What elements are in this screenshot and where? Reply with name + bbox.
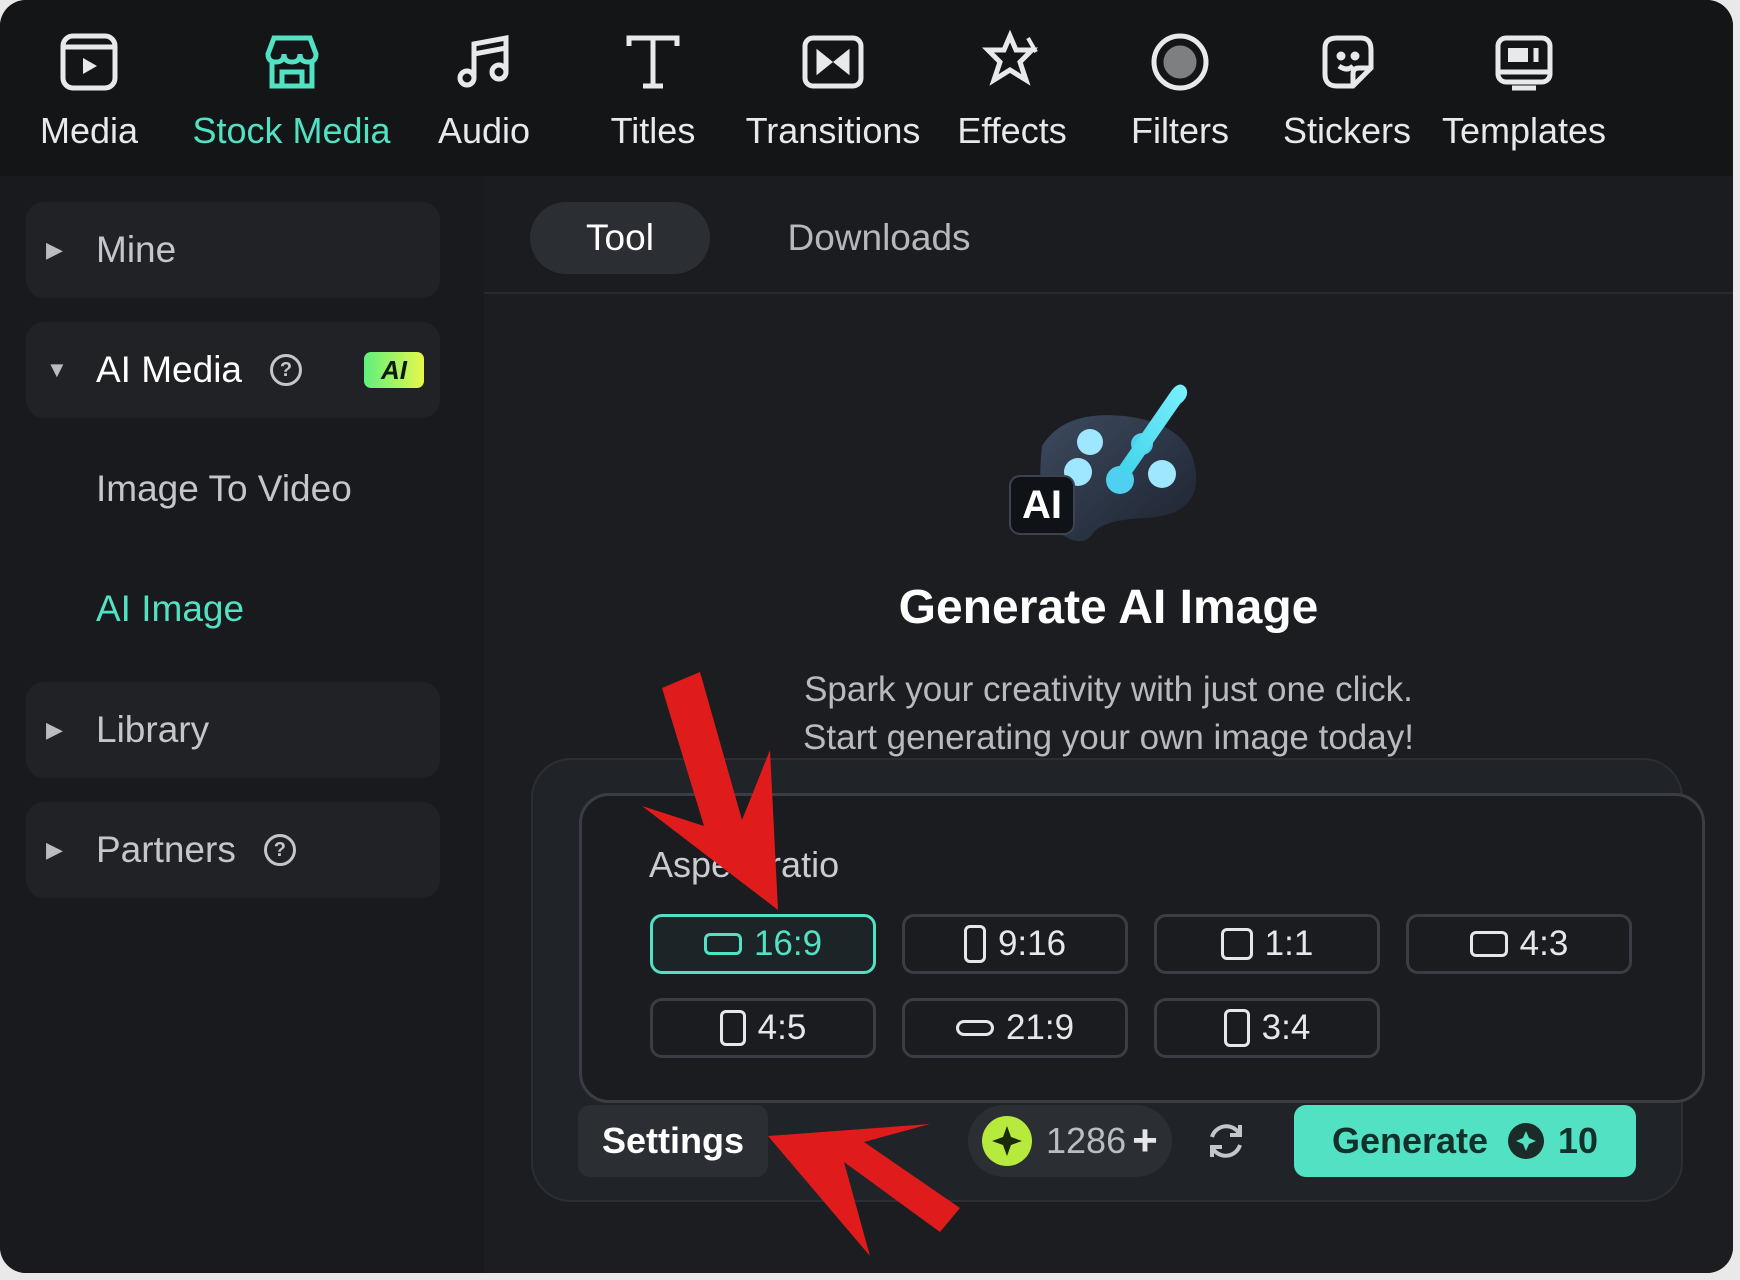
wide-shape-icon [955, 1020, 994, 1036]
aspect-option-4-5[interactable]: 4:5 [650, 998, 876, 1058]
stock-media-icon [258, 28, 326, 96]
aspect-ratio-label: Aspect ratio [649, 844, 840, 885]
filters-icon [1146, 28, 1214, 96]
sidebar-item-partners[interactable]: ▶ Partners ? [26, 802, 440, 898]
toolbar-label: Audio [437, 110, 531, 151]
caret-down-icon: ▼ [46, 357, 68, 382]
sidebar: ▶ Mine ▼ AI Media ? AI Image To Video AI… [0, 176, 480, 1273]
toolbar-item-audio[interactable]: Audio [434, 28, 534, 158]
caret-right-icon: ▶ [46, 837, 63, 862]
landscape-shape-icon [703, 933, 742, 955]
square-shape-icon [1220, 928, 1253, 960]
top-toolbar: Media Stock Media Audio Titles Transitio [0, 0, 1733, 176]
sidebar-item-label: AI Media [96, 349, 243, 390]
credit-coin-icon [1508, 1123, 1545, 1159]
music-note-icon [450, 28, 518, 96]
toolbar-label: Titles [610, 110, 696, 151]
hero-ai-badge: AI [1022, 483, 1062, 527]
main-panel: Tool Downloads AI Generate AI Image Spar… [484, 176, 1733, 1273]
effects-star-icon [978, 28, 1046, 96]
credits-count: 1286 [1046, 1120, 1127, 1161]
aspect-option-3-4[interactable]: 3:4 [1154, 998, 1380, 1058]
toolbar-item-stock-media[interactable]: Stock Media [192, 28, 391, 158]
aspect-option-label: 9:16 [997, 924, 1067, 963]
toolbar-label: Stock Media [192, 110, 391, 151]
toolbar-item-transitions[interactable]: Transitions [745, 28, 921, 158]
credits-balance[interactable]: 1286 + [968, 1105, 1172, 1177]
toolbar-item-stickers[interactable]: Stickers [1282, 28, 1412, 158]
portrait-shape-icon [1223, 1009, 1250, 1047]
sidebar-subitem-ai-image[interactable]: AI Image [96, 588, 244, 630]
hero-subtitle-line1: Spark your creativity with just one clic… [804, 670, 1413, 709]
generate-cost: 10 [1558, 1120, 1599, 1161]
toolbar-item-filters[interactable]: Filters [1131, 28, 1229, 158]
ai-palette-illustration: AI [1009, 384, 1197, 542]
help-icon[interactable]: ? [263, 834, 296, 866]
sidebar-item-ai-media[interactable]: ▼ AI Media ? AI [26, 322, 440, 418]
refresh-icon[interactable] [1204, 1119, 1248, 1163]
toolbar-item-titles[interactable]: Titles [606, 28, 700, 158]
media-icon [55, 28, 123, 96]
text-t-icon [619, 28, 687, 96]
caret-right-icon: ▶ [46, 237, 63, 262]
app-window: Media Stock Media Audio Titles Transitio [0, 0, 1733, 1273]
ai-badge: AI [364, 352, 425, 388]
help-icon[interactable]: ? [270, 354, 303, 386]
aspect-option-label: 21:9 [1005, 1008, 1075, 1047]
sidebar-item-label: Mine [96, 229, 177, 270]
aspect-option-16-9[interactable]: 16:9 [650, 914, 876, 974]
tab-bar: Tool Downloads [484, 176, 1733, 294]
toolbar-label: Templates [1441, 110, 1607, 151]
portrait-shape-icon [719, 1010, 746, 1046]
hero-subtitle-line2: Start generating your own image today! [803, 718, 1414, 757]
sidebar-item-library[interactable]: ▶ Library [26, 682, 440, 778]
tab-downloads[interactable]: Downloads [764, 202, 994, 274]
aspect-option-21-9[interactable]: 21:9 [902, 998, 1128, 1058]
templates-icon [1490, 28, 1558, 96]
aspect-option-label: 16:9 [753, 924, 823, 963]
toolbar-item-media[interactable]: Media [40, 28, 138, 158]
aspect-option-1-1[interactable]: 1:1 [1154, 914, 1380, 974]
sidebar-item-label: Partners [96, 829, 236, 870]
aspect-option-9-16[interactable]: 9:16 [902, 914, 1128, 974]
caret-right-icon: ▶ [46, 717, 63, 742]
transitions-icon [799, 28, 867, 96]
landscape-shape-icon [1469, 931, 1508, 957]
aspect-option-label: 4:3 [1519, 924, 1569, 963]
sidebar-item-mine[interactable]: ▶ Mine [26, 202, 440, 298]
aspect-option-label: 3:4 [1261, 1008, 1311, 1047]
add-credits-icon[interactable]: + [1132, 1119, 1158, 1163]
page-title: Generate AI Image [898, 581, 1319, 634]
sidebar-subitem-image-to-video[interactable]: Image To Video [96, 468, 352, 510]
generate-label: Generate [1331, 1120, 1489, 1161]
toolbar-label: Transitions [745, 110, 921, 151]
credit-coin-icon [982, 1116, 1032, 1166]
generate-button[interactable]: Generate 10 [1294, 1105, 1636, 1177]
aspect-option-4-3[interactable]: 4:3 [1406, 914, 1632, 974]
aspect-option-label: 4:5 [757, 1008, 807, 1047]
toolbar-item-templates[interactable]: Templates [1441, 28, 1607, 158]
toolbar-item-effects[interactable]: Effects [957, 28, 1067, 158]
toolbar-label: Media [39, 110, 139, 151]
tab-tool[interactable]: Tool [530, 202, 710, 274]
toolbar-label: Stickers [1282, 110, 1412, 151]
aspect-option-label: 1:1 [1264, 924, 1314, 963]
toolbar-label: Filters [1131, 110, 1229, 151]
portrait-shape-icon [963, 925, 986, 963]
sticker-icon [1313, 28, 1381, 96]
sidebar-item-label: Library [96, 709, 210, 750]
settings-button[interactable]: Settings [578, 1105, 768, 1177]
toolbar-label: Effects [957, 110, 1067, 151]
